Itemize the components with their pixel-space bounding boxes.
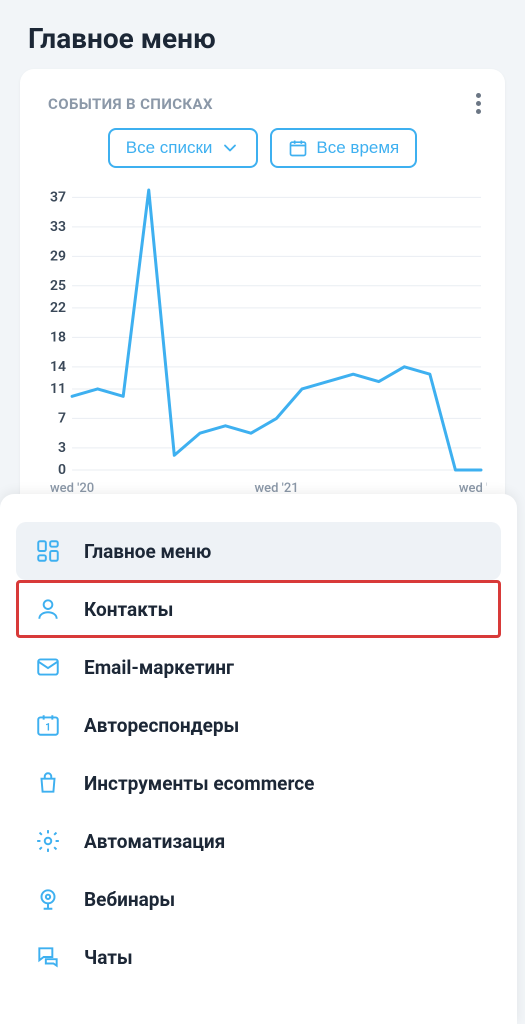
events-card: СОБЫТИЯ В СПИСКАХ Все списки Все время 0… bbox=[20, 69, 505, 508]
filter-row: Все списки Все время bbox=[20, 126, 505, 184]
all-time-label: Все время bbox=[316, 138, 399, 158]
menu-item-label: Главное меню bbox=[84, 540, 483, 563]
person-icon bbox=[34, 595, 62, 623]
calendar-icon bbox=[288, 138, 308, 158]
page-title: Главное меню bbox=[0, 0, 525, 69]
menu-item-label: Автоматизация bbox=[84, 830, 483, 853]
more-icon[interactable] bbox=[470, 87, 487, 120]
line-chart: 0371114182225293337wed '20wed '21wed '22 bbox=[20, 184, 505, 508]
menu-panel: Главное меню Контакты Email-маркетинг Ав… bbox=[0, 494, 517, 1024]
menu-item-label: Вебинары bbox=[84, 888, 483, 911]
gear-icon bbox=[34, 827, 62, 855]
card-header: СОБЫТИЯ В СПИСКАХ bbox=[20, 87, 505, 126]
webcam-icon bbox=[34, 885, 62, 913]
menu-item-0[interactable]: Главное меню bbox=[16, 522, 501, 580]
menu-item-label: Инструменты ecommerce bbox=[84, 772, 483, 795]
menu-item-label: Чаты bbox=[84, 946, 483, 969]
y-tick-label: 14 bbox=[50, 359, 66, 375]
y-tick-label: 11 bbox=[50, 381, 66, 397]
menu-item-5[interactable]: Автоматизация bbox=[16, 812, 501, 870]
menu-item-label: Email-маркетинг bbox=[84, 656, 483, 679]
x-tick-label: wed '20 bbox=[50, 481, 94, 494]
y-tick-label: 0 bbox=[58, 462, 66, 478]
card-title: СОБЫТИЯ В СПИСКАХ bbox=[48, 95, 213, 113]
menu-item-7[interactable]: Чаты bbox=[16, 928, 501, 986]
y-tick-label: 18 bbox=[50, 329, 66, 345]
menu-item-2[interactable]: Email-маркетинг bbox=[16, 638, 501, 696]
dashboard-icon bbox=[34, 537, 62, 565]
chevron-down-icon bbox=[220, 138, 240, 158]
menu-item-label: Автореспондеры bbox=[84, 714, 483, 737]
menu-item-label: Контакты bbox=[84, 598, 483, 621]
all-time-button[interactable]: Все время bbox=[270, 128, 417, 168]
menu-item-1[interactable]: Контакты bbox=[16, 580, 501, 638]
y-tick-label: 22 bbox=[50, 300, 66, 316]
chat-icon bbox=[34, 943, 62, 971]
y-tick-label: 3 bbox=[58, 440, 66, 456]
menu-item-6[interactable]: Вебинары bbox=[16, 870, 501, 928]
y-tick-label: 33 bbox=[50, 219, 66, 235]
calendar-icon bbox=[34, 711, 62, 739]
y-tick-label: 37 bbox=[50, 189, 66, 205]
bag-icon bbox=[34, 769, 62, 797]
y-tick-label: 25 bbox=[50, 278, 66, 294]
menu-item-3[interactable]: Автореспондеры bbox=[16, 696, 501, 754]
x-tick-label: wed '22 bbox=[459, 481, 487, 494]
mail-icon bbox=[34, 653, 62, 681]
all-lists-button[interactable]: Все списки bbox=[108, 128, 259, 168]
x-tick-label: wed '21 bbox=[254, 481, 298, 494]
y-tick-label: 29 bbox=[50, 248, 66, 264]
all-lists-label: Все списки bbox=[126, 138, 213, 158]
data-line bbox=[72, 190, 481, 470]
y-tick-label: 7 bbox=[58, 410, 66, 426]
menu-item-4[interactable]: Инструменты ecommerce bbox=[16, 754, 501, 812]
